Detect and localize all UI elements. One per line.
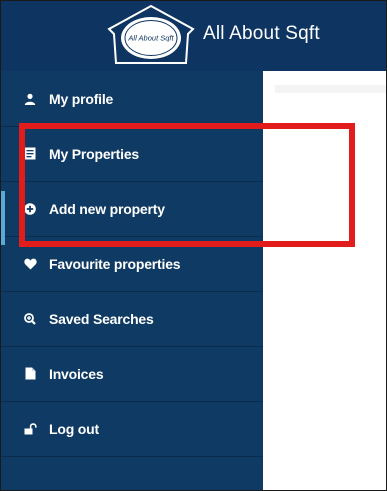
logo-center-text: All About Sqft <box>127 34 174 43</box>
sidebar-item-label: My profile <box>49 90 114 107</box>
top-header: All About Sqft All About Sqft <box>1 1 386 71</box>
user-icon <box>23 92 37 106</box>
sidebar-item-label: Log out <box>49 420 99 437</box>
app-window: All About Sqft All About Sqft My profile… <box>0 0 387 491</box>
sidebar-menu: My profile My Properties Add new propert… <box>1 71 263 490</box>
sidebar-item-log-out[interactable]: Log out <box>1 401 263 457</box>
sidebar-item-label: Add new property <box>49 200 165 217</box>
sidebar-item-label: Invoices <box>49 365 104 382</box>
file-icon <box>23 367 37 381</box>
unlock-icon <box>23 422 37 436</box>
heart-icon <box>23 257 37 271</box>
search-plus-icon <box>23 312 37 326</box>
site-logo[interactable]: All About Sqft <box>105 3 197 69</box>
sidebar-item-my-profile[interactable]: My profile <box>1 71 263 127</box>
sidebar-item-favourite-properties[interactable]: Favourite properties <box>1 236 263 292</box>
brand-title: All About Sqft <box>203 23 320 44</box>
sidebar-item-my-properties[interactable]: My Properties <box>1 126 263 182</box>
active-item-indicator <box>1 191 5 245</box>
house-outline-logo-icon: All About Sqft <box>107 4 195 64</box>
content-top-strip <box>275 85 386 93</box>
sidebar-item-saved-searches[interactable]: Saved Searches <box>1 291 263 347</box>
sidebar-item-invoices[interactable]: Invoices <box>1 346 263 402</box>
main-content-area <box>263 71 386 490</box>
sidebar-item-label: Favourite properties <box>49 255 181 272</box>
sidebar-item-label: My Properties <box>49 145 139 162</box>
document-icon <box>23 147 37 161</box>
sidebar-item-label: Saved Searches <box>49 310 154 327</box>
sidebar-item-add-new-property[interactable]: Add new property <box>1 181 263 237</box>
plus-circle-icon <box>23 202 37 216</box>
